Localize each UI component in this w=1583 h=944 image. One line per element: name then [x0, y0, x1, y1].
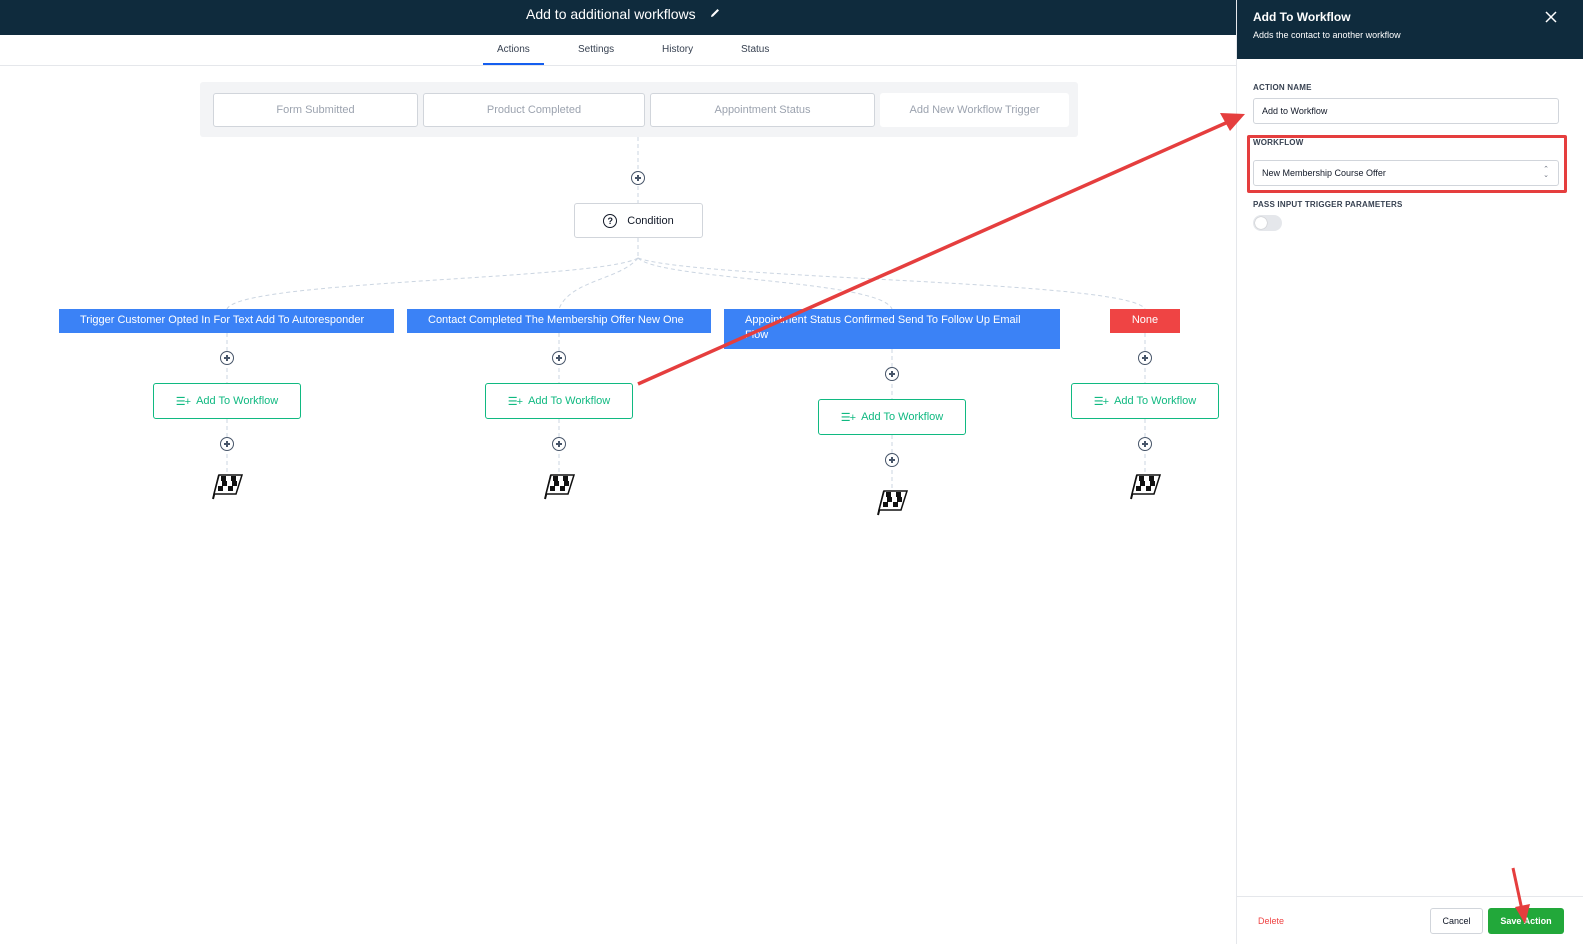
add-step-plus-icon[interactable] [1138, 351, 1152, 365]
finish-flag-icon [544, 474, 576, 500]
list-add-icon: ☰+ [175, 395, 191, 408]
add-step-plus-icon[interactable] [1138, 437, 1152, 451]
condition-node[interactable]: ? Condition [574, 203, 703, 238]
action-settings-panel: Add To Workflow Adds the contact to anot… [1236, 0, 1583, 944]
condition-label: Condition [627, 214, 674, 227]
branch-label[interactable]: Contact Completed The Membership Offer N… [407, 309, 711, 333]
finish-flag-icon [877, 490, 909, 516]
panel-title: Add To Workflow [1253, 10, 1351, 24]
question-circle-icon: ? [603, 213, 618, 228]
branch-label[interactable]: Appointment Status Confirmed Send To Fol… [724, 309, 1060, 349]
add-to-workflow-action[interactable]: ☰+ Add To Workflow [818, 399, 966, 435]
add-to-workflow-action[interactable]: ☰+ Add To Workflow [485, 383, 633, 419]
panel-footer: Delete Cancel Save Action [1237, 896, 1583, 944]
pass-params-label: PASS INPUT TRIGGER PARAMETERS [1253, 200, 1403, 209]
add-to-workflow-action[interactable]: ☰+ Add To Workflow [1071, 383, 1219, 419]
action-label: Add To Workflow [528, 395, 611, 407]
action-label: Add To Workflow [196, 395, 279, 407]
add-step-plus-icon[interactable] [220, 351, 234, 365]
add-step-plus-icon[interactable] [220, 437, 234, 451]
add-step-plus-icon[interactable] [552, 437, 566, 451]
list-add-icon: ☰+ [1093, 395, 1109, 408]
branch-label[interactable]: Trigger Customer Opted In For Text Add T… [59, 309, 394, 333]
delete-button[interactable]: Delete [1258, 916, 1284, 926]
list-add-icon: ☰+ [507, 395, 523, 408]
list-add-icon: ☰+ [840, 411, 856, 424]
branch-label-none[interactable]: None [1110, 309, 1180, 333]
annotation-highlight-box [1247, 135, 1567, 193]
cancel-button[interactable]: Cancel [1430, 908, 1483, 934]
add-step-plus-icon[interactable] [631, 171, 645, 185]
action-name-label: ACTION NAME [1253, 83, 1312, 92]
panel-header: Add To Workflow Adds the contact to anot… [1237, 0, 1583, 59]
workflow-connectors [226, 137, 1146, 488]
toggle-knob [1255, 217, 1267, 229]
pass-params-toggle[interactable] [1253, 215, 1282, 231]
action-name-input[interactable]: Add to Workflow [1253, 98, 1559, 124]
action-label: Add To Workflow [1114, 395, 1197, 407]
action-label: Add To Workflow [861, 411, 944, 423]
add-to-workflow-action[interactable]: ☰+ Add To Workflow [153, 383, 301, 419]
save-action-button[interactable]: Save Action [1488, 908, 1564, 934]
add-step-plus-icon[interactable] [885, 453, 899, 467]
add-step-plus-icon[interactable] [885, 367, 899, 381]
close-icon[interactable] [1544, 10, 1558, 24]
add-step-plus-icon[interactable] [552, 351, 566, 365]
finish-flag-icon [1130, 474, 1162, 500]
panel-subtitle: Adds the contact to another workflow [1253, 30, 1401, 40]
finish-flag-icon [212, 474, 244, 500]
